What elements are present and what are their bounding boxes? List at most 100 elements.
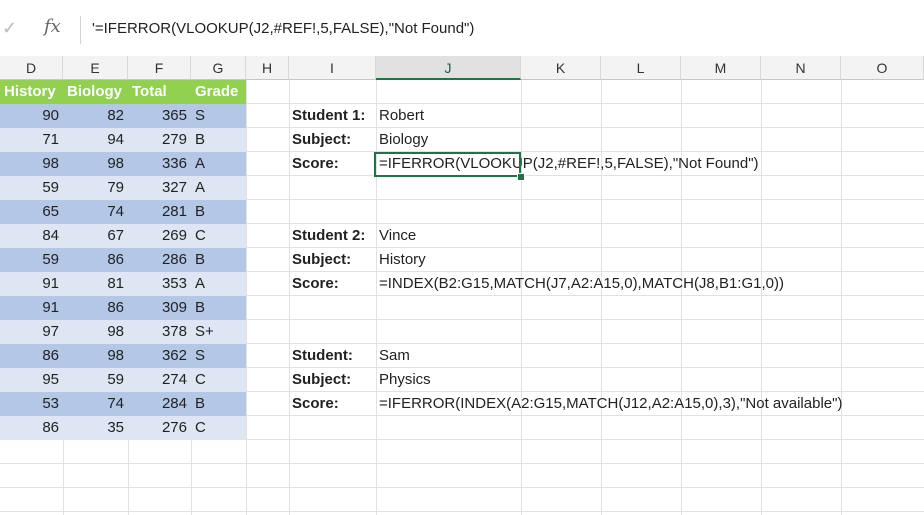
table-cell[interactable]: 98 [63, 344, 128, 368]
table-cell[interactable]: B [191, 128, 246, 152]
table-cell[interactable]: 90 [0, 104, 63, 128]
table-cell[interactable]: 281 [128, 200, 191, 224]
table-cell[interactable]: 95 [0, 368, 63, 392]
gridline [376, 80, 377, 515]
table-cell[interactable]: C [191, 224, 246, 248]
gridline [246, 80, 247, 515]
table-header-grade[interactable]: Grade [191, 80, 246, 104]
table-cell[interactable]: A [191, 152, 246, 176]
gridline [0, 463, 924, 464]
table-cell[interactable]: 362 [128, 344, 191, 368]
table-cell[interactable]: 269 [128, 224, 191, 248]
student-3-label[interactable]: Student: [292, 344, 353, 368]
table-cell[interactable]: 94 [63, 128, 128, 152]
score-2-formula[interactable]: =INDEX(B2:G15,MATCH(J7,A2:A15,0),MATCH(J… [379, 272, 784, 296]
table-cell[interactable]: A [191, 272, 246, 296]
table-cell[interactable]: 71 [0, 128, 63, 152]
column-header-f[interactable]: F [128, 56, 191, 80]
table-cell[interactable]: 378 [128, 320, 191, 344]
column-header-g[interactable]: G [191, 56, 246, 80]
student-2-label[interactable]: Student 2: [292, 224, 365, 248]
table-cell[interactable]: 286 [128, 248, 191, 272]
column-header-o[interactable]: O [841, 56, 924, 80]
table-cell[interactable]: 279 [128, 128, 191, 152]
column-header-n[interactable]: N [761, 56, 841, 80]
column-header-d[interactable]: D [0, 56, 63, 80]
subject-2-label[interactable]: Subject: [292, 248, 351, 272]
table-cell[interactable]: 98 [0, 152, 63, 176]
table-cell[interactable]: 98 [63, 320, 128, 344]
score-3-formula[interactable]: =IFERROR(INDEX(A2:G15,MATCH(J12,A2:A15,0… [379, 392, 842, 416]
table-cell[interactable]: 86 [0, 344, 63, 368]
column-header-k[interactable]: K [521, 56, 601, 80]
table-cell[interactable]: S [191, 344, 246, 368]
student-3-value[interactable]: Sam [379, 344, 410, 368]
table-cell[interactable]: B [191, 248, 246, 272]
spreadsheet-grid[interactable]: D E F G H I J K L M N O History Biology … [0, 56, 924, 515]
table-cell[interactable]: 353 [128, 272, 191, 296]
score-2-label[interactable]: Score: [292, 272, 339, 296]
student-1-value[interactable]: Robert [379, 104, 424, 128]
table-cell[interactable]: 86 [0, 416, 63, 440]
table-cell[interactable]: B [191, 296, 246, 320]
score-3-label[interactable]: Score: [292, 392, 339, 416]
table-cell[interactable]: 35 [63, 416, 128, 440]
column-header-e[interactable]: E [63, 56, 128, 80]
table-header-history[interactable]: History [0, 80, 63, 104]
table-cell[interactable]: 327 [128, 176, 191, 200]
table-cell[interactable]: 274 [128, 368, 191, 392]
table-cell[interactable]: 53 [0, 392, 63, 416]
subject-3-value[interactable]: Physics [379, 368, 431, 392]
table-cell[interactable]: 82 [63, 104, 128, 128]
table-cell[interactable]: 309 [128, 296, 191, 320]
subject-1-value[interactable]: Biology [379, 128, 428, 152]
table-header-biology[interactable]: Biology [63, 80, 128, 104]
table-cell[interactable]: 79 [63, 176, 128, 200]
column-header-h[interactable]: H [246, 56, 289, 80]
table-cell[interactable]: 284 [128, 392, 191, 416]
table-cell[interactable]: 86 [63, 248, 128, 272]
subject-2-value[interactable]: History [379, 248, 426, 272]
table-cell[interactable]: 59 [0, 248, 63, 272]
table-cell[interactable]: C [191, 416, 246, 440]
table-cell[interactable]: 97 [0, 320, 63, 344]
score-1-label[interactable]: Score: [292, 152, 339, 176]
table-cell[interactable]: 276 [128, 416, 191, 440]
table-cell[interactable]: S [191, 104, 246, 128]
table-cell[interactable]: 365 [128, 104, 191, 128]
active-cell-selection[interactable] [374, 152, 521, 177]
gridline [681, 80, 682, 515]
table-cell[interactable]: B [191, 200, 246, 224]
table-cell[interactable]: S+ [191, 320, 246, 344]
table-cell[interactable]: 91 [0, 272, 63, 296]
table-cell[interactable]: 59 [0, 176, 63, 200]
column-header-l[interactable]: L [601, 56, 681, 80]
fill-handle[interactable] [517, 173, 525, 181]
table-cell[interactable]: 86 [63, 296, 128, 320]
table-cell[interactable]: 67 [63, 224, 128, 248]
table-cell[interactable]: 98 [63, 152, 128, 176]
student-1-label[interactable]: Student 1: [292, 104, 365, 128]
gridline [601, 80, 602, 515]
table-cell[interactable]: 81 [63, 272, 128, 296]
table-cell[interactable]: 91 [0, 296, 63, 320]
table-cell[interactable]: 65 [0, 200, 63, 224]
student-2-value[interactable]: Vince [379, 224, 416, 248]
table-cell[interactable]: 59 [63, 368, 128, 392]
fx-icon[interactable]: fx [44, 14, 64, 40]
table-header-total[interactable]: Total [128, 80, 191, 104]
table-cell[interactable]: 336 [128, 152, 191, 176]
column-header-m[interactable]: M [681, 56, 761, 80]
table-cell[interactable]: 74 [63, 200, 128, 224]
column-header-i[interactable]: I [289, 56, 376, 80]
subject-1-label[interactable]: Subject: [292, 128, 351, 152]
table-cell[interactable]: 74 [63, 392, 128, 416]
table-cell[interactable]: C [191, 368, 246, 392]
column-header-j[interactable]: J [376, 56, 521, 80]
formula-input[interactable]: '=IFERROR(VLOOKUP(J2,#REF!,5,FALSE),"Not… [92, 18, 474, 40]
check-icon[interactable]: ✓ [2, 16, 18, 40]
subject-3-label[interactable]: Subject: [292, 368, 351, 392]
table-cell[interactable]: A [191, 176, 246, 200]
table-cell[interactable]: B [191, 392, 246, 416]
table-cell[interactable]: 84 [0, 224, 63, 248]
